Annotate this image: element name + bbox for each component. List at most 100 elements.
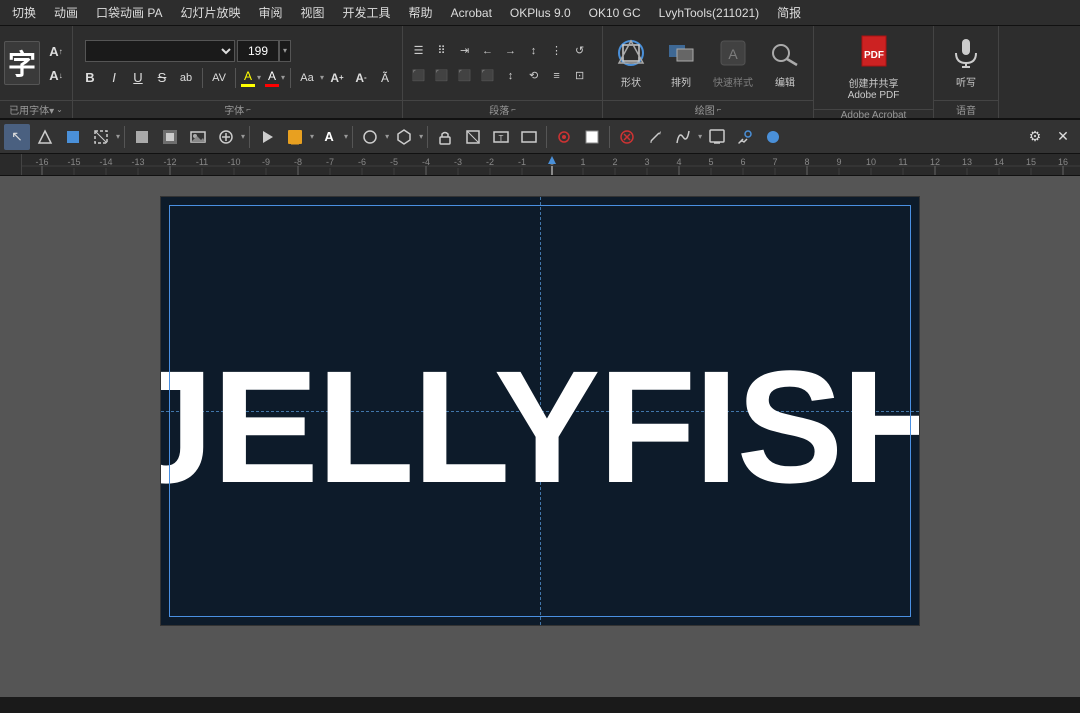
menu-item-ok10gc[interactable]: OK10 GC: [581, 4, 649, 22]
menu-item-view[interactable]: 视图: [293, 2, 333, 23]
font-color-arrow[interactable]: ▾: [281, 73, 285, 82]
photo-btn[interactable]: [516, 124, 542, 150]
shape-outline-arrow[interactable]: ▾: [698, 132, 702, 141]
para-decrease-indent-btn[interactable]: ←: [477, 40, 499, 62]
para-text-align-btn[interactable]: ≡: [546, 65, 568, 87]
font-color-btn[interactable]: A: [265, 69, 279, 87]
color-fill-btn[interactable]: [282, 124, 308, 150]
svg-text:6: 6: [740, 157, 745, 167]
menu-item-pocket-animation[interactable]: 口袋动画 PA: [88, 2, 170, 23]
polygon-tool-btn[interactable]: [32, 124, 58, 150]
shape3-tool-btn[interactable]: [157, 124, 183, 150]
screen-btn[interactable]: [704, 124, 730, 150]
slide-canvas[interactable]: JELLYFISH: [160, 196, 920, 626]
para-column-btn[interactable]: ⋮: [546, 40, 568, 62]
white-rect-btn[interactable]: [579, 124, 605, 150]
para-rotate-btn[interactable]: ↺: [569, 40, 591, 62]
para-align-left-btn[interactable]: ⬛: [408, 65, 430, 87]
font-name-dropdown[interactable]: [85, 40, 235, 62]
shape-outline-btn[interactable]: [670, 124, 696, 150]
font-color2-btn[interactable]: A: [316, 124, 342, 150]
circle-shape-btn[interactable]: [357, 124, 383, 150]
para-align-center-btn[interactable]: ⬛: [431, 65, 453, 87]
select-tool-btn[interactable]: ↖: [4, 124, 30, 150]
circle-shape-arrow[interactable]: ▾: [385, 132, 389, 141]
font-size-input[interactable]: [237, 40, 279, 62]
para-align-justify-btn[interactable]: ⬛: [477, 65, 499, 87]
voice-group-label[interactable]: 语音: [934, 100, 998, 118]
underline-button[interactable]: U: [127, 67, 149, 89]
lock-btn[interactable]: [432, 124, 458, 150]
shapes-btn[interactable]: 形状: [607, 33, 655, 93]
settings-close-btn[interactable]: ✕: [1050, 124, 1076, 150]
para-line-spacing-btn[interactable]: ↕: [500, 65, 522, 87]
font-size-decrease-btn[interactable]: A↓: [44, 64, 68, 86]
font-bigger-btn[interactable]: A+: [326, 67, 348, 89]
bold-button[interactable]: B: [79, 67, 101, 89]
font-size-dropdown-arrow[interactable]: ▾: [279, 40, 291, 62]
menu-item-devtools[interactable]: 开发工具: [335, 2, 399, 23]
cross-btn[interactable]: [614, 124, 640, 150]
target-btn[interactable]: [551, 124, 577, 150]
menu-item-animation[interactable]: 动画: [46, 2, 86, 23]
menu-item-help[interactable]: 帮助: [401, 2, 441, 23]
font-highlight-arrow[interactable]: ▾: [257, 73, 261, 82]
menu-item-jianbo[interactable]: 简报: [769, 2, 809, 23]
para-list-number-btn[interactable]: ⠿: [431, 40, 453, 62]
font-icon[interactable]: 字: [4, 41, 40, 85]
italic-button[interactable]: I: [103, 67, 125, 89]
image-tool-btn[interactable]: [185, 124, 211, 150]
para-outline-btn[interactable]: ⇥: [454, 40, 476, 62]
edit-btn[interactable]: 编辑: [761, 33, 809, 93]
font-smaller-btn[interactable]: A-: [350, 67, 372, 89]
pen-btn[interactable]: [642, 124, 668, 150]
svg-text:T: T: [499, 134, 504, 143]
font-size-increase-btn[interactable]: A↑: [44, 40, 68, 62]
crop-btn[interactable]: [460, 124, 486, 150]
font-special-btn[interactable]: Ã: [374, 67, 396, 89]
para-increase-indent-btn[interactable]: →: [500, 40, 522, 62]
selection-btn[interactable]: [88, 124, 114, 150]
create-pdf-btn[interactable]: PDF 创建并共享 Adobe PDF: [842, 30, 906, 105]
select-dropdown-arrow[interactable]: ▾: [116, 132, 120, 141]
circle-solid-btn[interactable]: [760, 124, 786, 150]
font-aa-arrow[interactable]: ▾: [320, 73, 324, 82]
font-color2-arrow[interactable]: ▾: [344, 132, 348, 141]
insert-dropdown-arrow[interactable]: ▾: [241, 132, 245, 141]
para-group-label[interactable]: 段落 ⌐: [403, 100, 602, 118]
menu-item-review[interactable]: 审阅: [251, 2, 291, 23]
insert-tool-btn[interactable]: [213, 124, 239, 150]
para-list-bullet-btn[interactable]: ☰: [408, 40, 430, 62]
menu-item-switch[interactable]: 切换: [4, 2, 44, 23]
arrange-btn[interactable]: 排列: [657, 33, 705, 93]
para-align-right-btn[interactable]: ⬛: [454, 65, 476, 87]
font-highlight-btn[interactable]: A: [241, 69, 255, 87]
play-tool-btn[interactable]: [254, 124, 280, 150]
para-direction-btn[interactable]: ↕: [523, 40, 545, 62]
drawing-group-label[interactable]: 绘图 ⌐: [603, 100, 813, 118]
quickstyle-btn[interactable]: A 快速样式: [707, 33, 759, 93]
menu-item-slideshow[interactable]: 幻灯片放映: [172, 2, 248, 23]
menu-item-okplus[interactable]: OKPlus 9.0: [502, 4, 579, 22]
font-group-label[interactable]: 字体 ⌐: [73, 100, 402, 118]
adobe-group-label[interactable]: Adobe Acrobat: [814, 109, 933, 121]
shadow-button[interactable]: ab: [175, 67, 197, 89]
menu-item-lvyhtools[interactable]: LvyhTools(211021): [651, 4, 768, 22]
menu-item-acrobat[interactable]: Acrobat: [443, 4, 500, 22]
text-box-btn[interactable]: T: [488, 124, 514, 150]
shape2-tool-btn[interactable]: [129, 124, 155, 150]
hexagon-arrow[interactable]: ▾: [419, 132, 423, 141]
listen-btn[interactable]: 听写: [942, 33, 990, 93]
color-dropdown-arrow[interactable]: ▾: [310, 132, 314, 141]
settings-gear-btn[interactable]: ⚙: [1022, 124, 1048, 150]
font-icon-label[interactable]: 已用字体▾ ⌄: [0, 100, 72, 118]
para-text-dir-btn[interactable]: ⟲: [523, 65, 545, 87]
rect-tool-btn[interactable]: [60, 124, 86, 150]
font-aa-btn[interactable]: Aa: [296, 67, 318, 89]
hexagon-btn[interactable]: [391, 124, 417, 150]
para-smart-btn[interactable]: ⊡: [569, 65, 591, 87]
strikethrough-button[interactable]: S: [151, 67, 173, 89]
clear-format-button[interactable]: AV: [208, 67, 230, 89]
link-btn[interactable]: [732, 124, 758, 150]
jellyfish-text[interactable]: JELLYFISH: [160, 347, 920, 507]
